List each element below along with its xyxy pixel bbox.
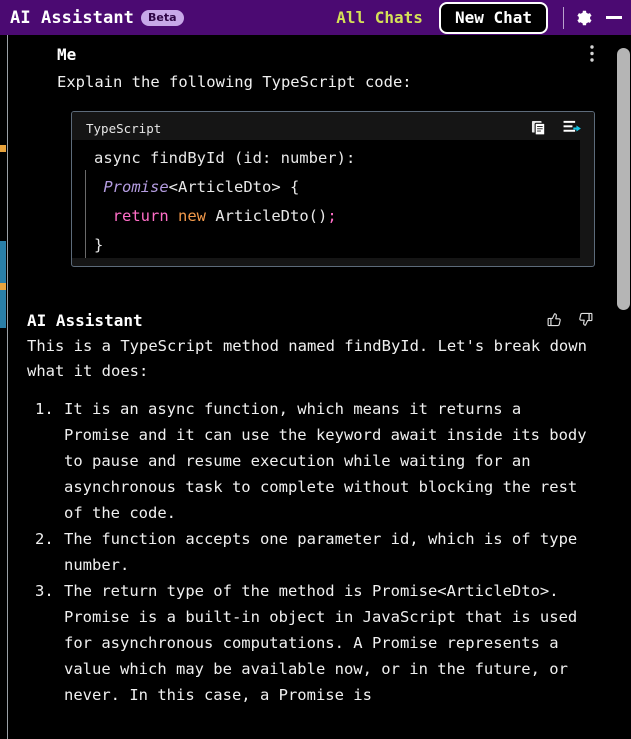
copy-icon[interactable] — [531, 120, 547, 136]
code-block-header: TypeScript — [72, 112, 594, 140]
user-message-actions — [590, 45, 594, 64]
code-token: ArticleDto() — [206, 207, 328, 225]
editor-marker-info — [0, 241, 6, 283]
code-token: async findById (id: number): — [94, 149, 356, 167]
code-indent-guide — [85, 170, 86, 258]
assistant-list-item: It is an async function, which means it … — [35, 396, 587, 522]
assistant-message-author: AI Assistant — [27, 311, 143, 330]
code-block-actions — [531, 120, 581, 136]
code-token: new — [178, 207, 207, 225]
code-token: } — [94, 236, 104, 254]
chat-scrollbar-track[interactable] — [612, 35, 631, 739]
assistant-list-item: The function accepts one parameter id, w… — [35, 526, 578, 574]
code-vertical-scrollbar[interactable] — [580, 140, 594, 258]
user-message-author: Me — [57, 45, 77, 64]
code-block-body[interactable]: async findById (id: number): Promise<Art… — [72, 140, 594, 258]
all-chats-link[interactable]: All Chats — [336, 8, 423, 27]
chat-scroll-area[interactable]: Me Explain the following TypeScript code… — [13, 35, 612, 739]
user-message: Me Explain the following TypeScript code… — [13, 35, 612, 95]
new-chat-button[interactable]: New Chat — [438, 1, 548, 34]
editor-marker-warning — [0, 145, 6, 152]
minimize-icon[interactable] — [605, 16, 623, 19]
chat-scrollbar-thumb[interactable] — [617, 48, 630, 310]
assistant-message-intro: This is a TypeScript method named findBy… — [27, 337, 587, 380]
gear-icon[interactable] — [575, 9, 593, 27]
thumbs-up-icon[interactable] — [546, 311, 563, 328]
assistant-message-actions — [546, 311, 594, 328]
editor-edge-strip — [0, 35, 13, 739]
minimize-bar — [606, 16, 622, 19]
assistant-message: AI Assistant This is a TypeScript method… — [13, 267, 612, 708]
code-token: Promise — [103, 178, 169, 196]
code-line: Promise<ArticleDto> { — [94, 173, 594, 202]
thumbs-down-icon[interactable] — [577, 311, 594, 328]
code-token: ; — [327, 207, 337, 225]
app-title: AI Assistant — [10, 7, 135, 28]
user-message-text: Explain the following TypeScript code: — [57, 73, 412, 91]
titlebar: AI Assistant Beta All Chats New Chat — [0, 0, 631, 35]
code-language-label: TypeScript — [86, 120, 162, 136]
code-line: } — [94, 231, 594, 258]
titlebar-divider — [563, 6, 564, 29]
user-message-header: Me — [27, 45, 594, 64]
code-token: <ArticleDto> { — [168, 178, 300, 196]
more-options-icon[interactable] — [590, 45, 594, 64]
code-block: TypeScript async findById (id: number): … — [71, 111, 595, 267]
app-brand: AI Assistant Beta — [10, 8, 184, 28]
assistant-list-item: The return type of the method is Promise… — [35, 578, 578, 704]
code-line: return new ArticleDto(); — [94, 202, 594, 231]
beta-badge: Beta — [141, 9, 184, 26]
editor-marker-warning — [0, 283, 6, 290]
assistant-explanation-list: It is an async function, which means it … — [27, 396, 594, 708]
ai-assistant-panel: AI Assistant Beta All Chats New Chat Me … — [0, 0, 631, 739]
code-lines: async findById (id: number): Promise<Art… — [94, 144, 594, 258]
insert-code-icon[interactable] — [563, 120, 581, 136]
code-line: async findById (id: number): — [94, 144, 594, 173]
editor-edge-rule — [7, 35, 8, 739]
editor-marker-info — [0, 290, 6, 328]
assistant-message-header: AI Assistant — [27, 311, 594, 330]
code-token: return — [112, 207, 169, 225]
